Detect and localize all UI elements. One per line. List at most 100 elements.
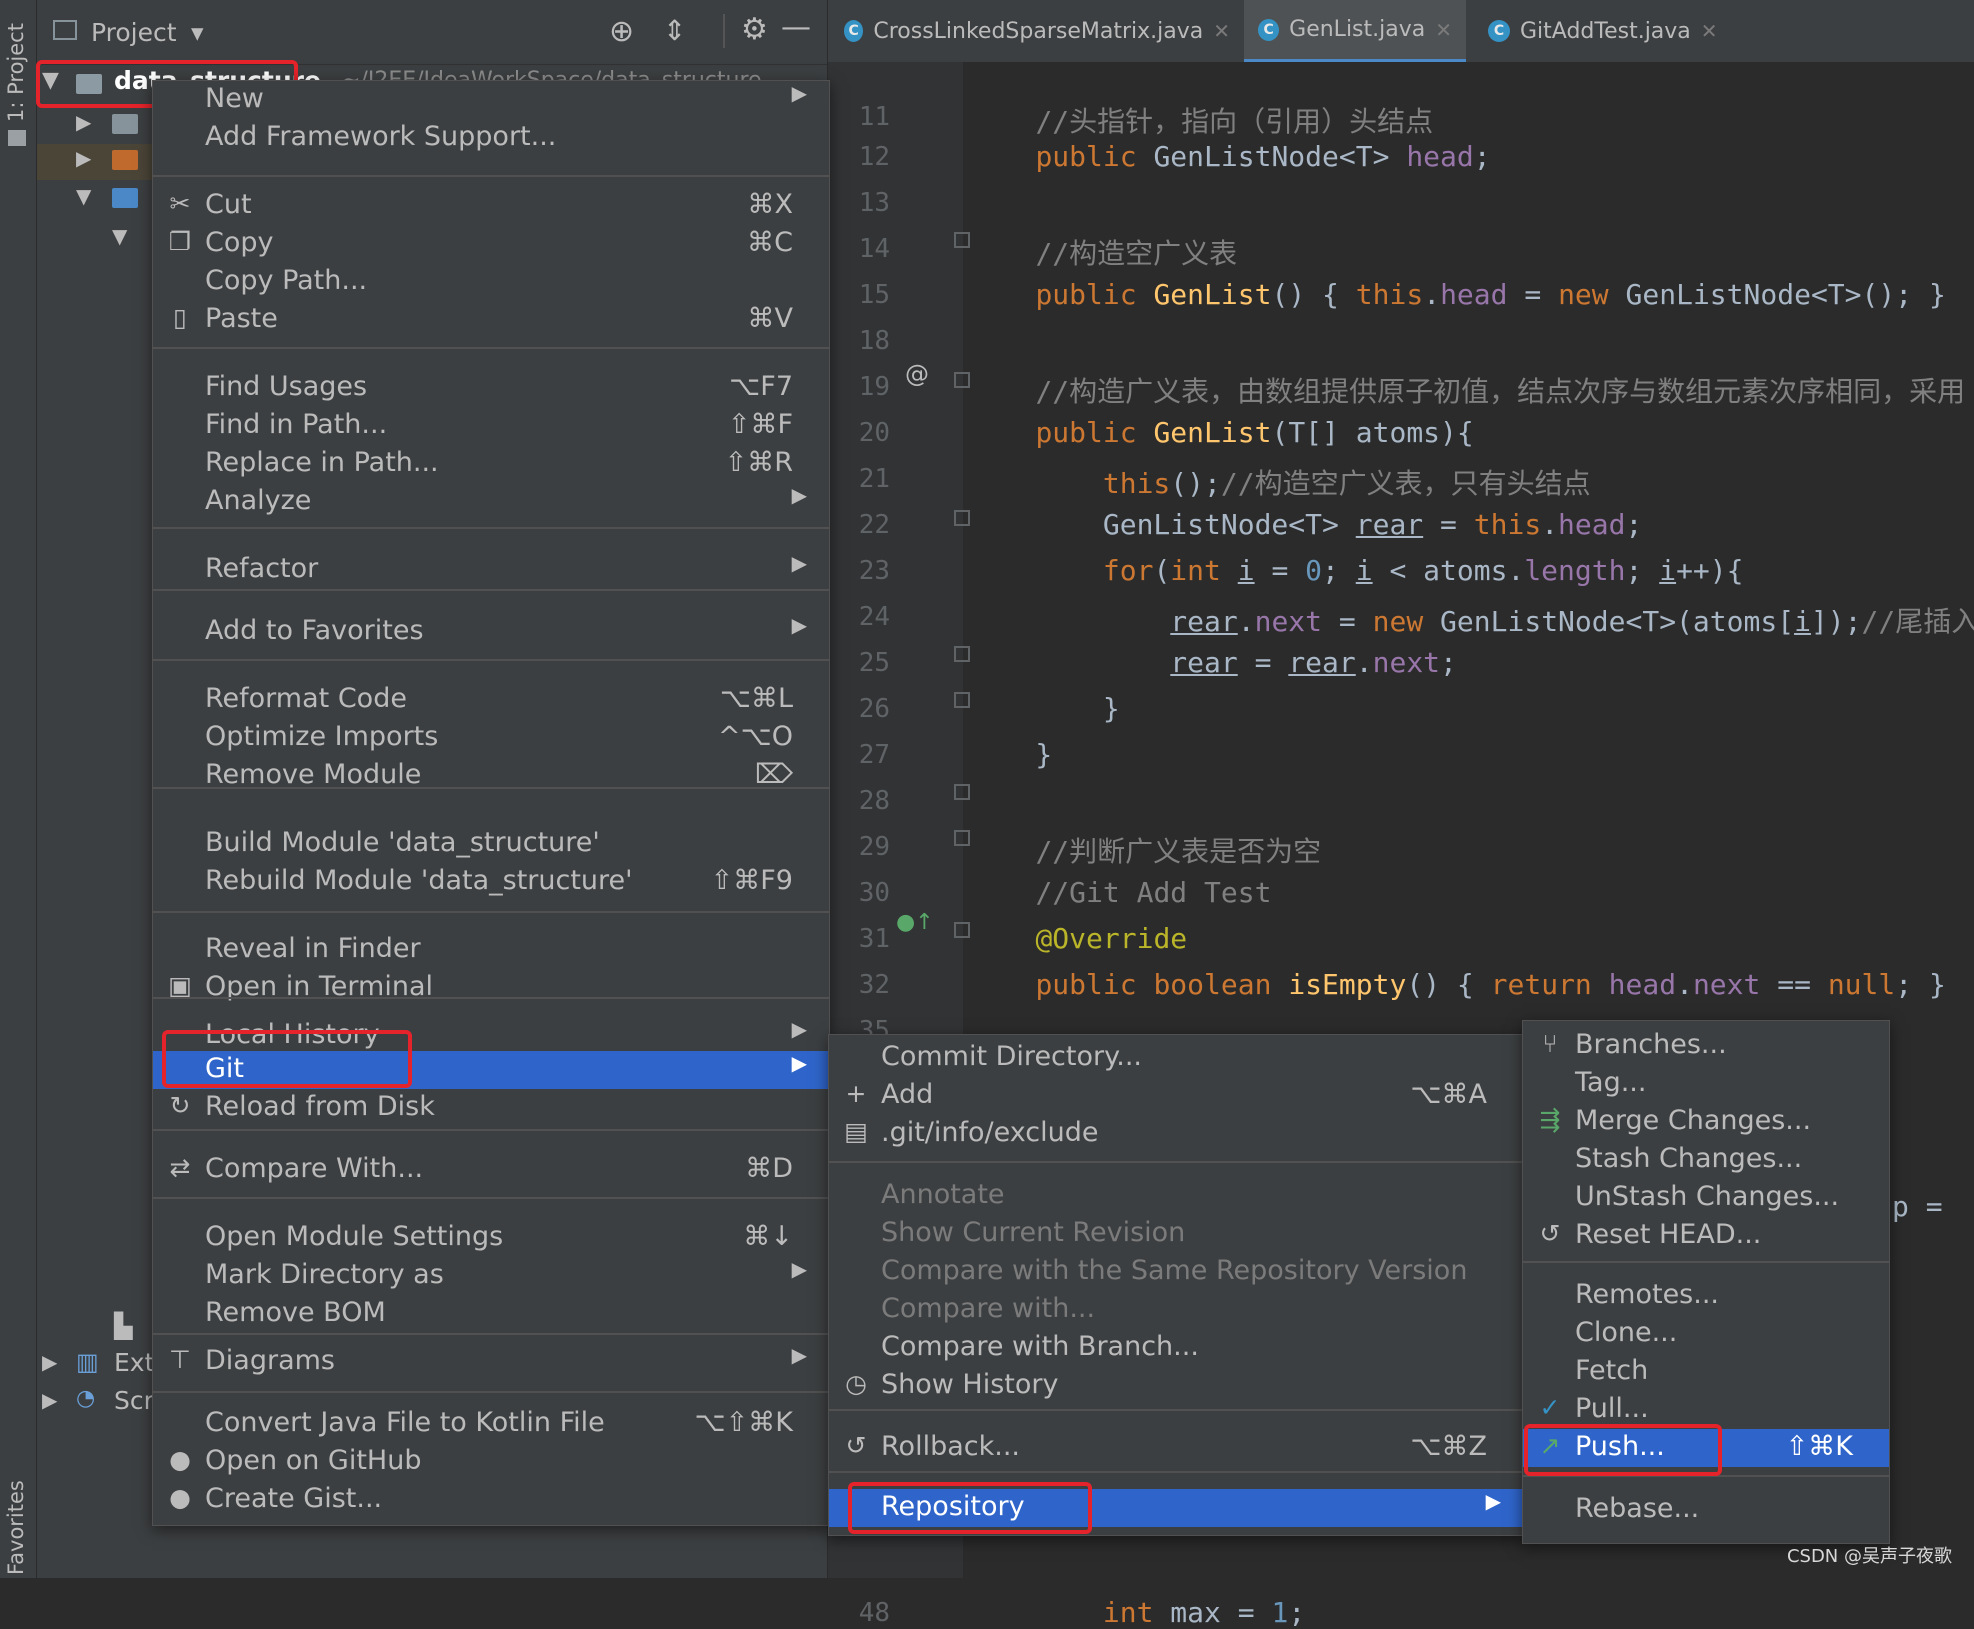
ctx-menu-item-new[interactable]: New ▶	[153, 81, 829, 119]
ctx-menu-item-find-in-path[interactable]: Find in Path... ⇧⌘F	[153, 407, 829, 445]
code-line[interactable]: //构造广义表，由数组提供原子初值，结点次序与数组元素次序相同，采用	[968, 370, 1965, 410]
git-menu-item-commit-directory[interactable]: Commit Directory...	[829, 1039, 1523, 1077]
tab-genlist[interactable]: C GenList.java ✕	[1244, 0, 1466, 62]
fold-marker-icon[interactable]	[954, 784, 970, 800]
tab-gitaddtest[interactable]: C GitAddTest.java ✕	[1474, 0, 1732, 62]
code-line[interactable]: public GenList(T[] atoms){	[968, 416, 1473, 449]
expand-arrow-icon[interactable]: ▶	[42, 1350, 57, 1374]
ctx-menu-item-rebuild-module-data-structure[interactable]: Rebuild Module 'data_structure' ⇧⌘F9	[153, 863, 829, 901]
close-icon[interactable]: ✕	[1435, 18, 1452, 42]
chevron-down-icon[interactable]: ▾	[191, 18, 204, 47]
fold-marker-icon[interactable]	[954, 692, 970, 708]
expand-arrow-icon[interactable]: ▼	[76, 184, 91, 208]
ctx-menu-item-convert-java-file-to-kotlin-file[interactable]: Convert Java File to Kotlin File ⌥⇧⌘K	[153, 1405, 829, 1443]
tab-crosslinkedsparsematrix[interactable]: C CrossLinkedSparseMatrix.java ✕	[830, 0, 1244, 62]
ctx-menu-item-local-history[interactable]: Local History ▶	[153, 1017, 829, 1055]
ctx-menu-item-copy-path[interactable]: Copy Path...	[153, 263, 829, 301]
repo-menu-item-reset-head[interactable]: ↺ Reset HEAD...	[1523, 1217, 1889, 1255]
ctx-menu-item-git[interactable]: Git ▶	[153, 1051, 829, 1089]
ctx-menu-item-compare-with[interactable]: ⇄ Compare With... ⌘D	[153, 1151, 829, 1189]
repo-menu-item-pull[interactable]: ✓ Pull...	[1523, 1391, 1889, 1429]
code-line[interactable]: rear = rear.next;	[968, 646, 1457, 679]
tree-row-scratches[interactable]: ▶ ◔ Scr	[42, 1386, 162, 1422]
ctx-menu-item-remove-bom[interactable]: Remove BOM	[153, 1295, 829, 1333]
repo-menu-item-push[interactable]: ↗ Push... ⇧⌘K	[1523, 1429, 1889, 1467]
expand-arrow-icon[interactable]: ▶	[76, 146, 91, 170]
git-menu-item-git-info-exclude[interactable]: ▤ .git/info/exclude	[829, 1115, 1523, 1153]
expand-arrow-icon[interactable]: ▶	[42, 1388, 57, 1412]
ctx-menu-item-open-on-github[interactable]: ● Open on GitHub	[153, 1443, 829, 1481]
expand-arrow-icon[interactable]: ▶	[76, 110, 91, 134]
code-line[interactable]: //Git Add Test	[968, 876, 1271, 909]
ctx-menu-item-refactor[interactable]: Refactor ▶	[153, 551, 829, 589]
repo-menu-item-branches[interactable]: ⑂ Branches...	[1523, 1027, 1889, 1065]
code-line[interactable]: int max = 1;	[968, 1596, 1305, 1629]
fold-marker-icon[interactable]	[954, 232, 970, 248]
override-marker-icon[interactable]: @	[905, 360, 929, 388]
ctx-menu-item-build-module-data-structure[interactable]: Build Module 'data_structure'	[153, 825, 829, 863]
expand-arrow-icon[interactable]: ▼	[112, 224, 127, 248]
close-icon[interactable]: ✕	[1701, 19, 1718, 43]
code-line[interactable]: for(int i = 0; i < atoms.length; i++){	[968, 554, 1744, 587]
repo-menu-item-merge-changes[interactable]: ⇶ Merge Changes...	[1523, 1103, 1889, 1141]
code-line[interactable]: this();//构造空广义表，只有头结点	[968, 462, 1591, 502]
ctx-menu-item-remove-module[interactable]: Remove Module ⌦	[153, 757, 829, 795]
repo-menu-item-tag[interactable]: Tag...	[1523, 1065, 1889, 1103]
fold-marker-icon[interactable]	[954, 646, 970, 662]
code-line[interactable]: }	[968, 692, 1120, 725]
favorites-tool-tab[interactable]: Favorites	[4, 1480, 28, 1575]
ctx-menu-item-paste[interactable]: ▯ Paste ⌘V	[153, 301, 829, 339]
ctx-menu-item-analyze[interactable]: Analyze ▶	[153, 483, 829, 521]
git-menu-item-repository[interactable]: Repository ▶	[829, 1489, 1523, 1527]
code-line[interactable]: public GenList() { this.head = new GenLi…	[968, 278, 1945, 311]
code-line[interactable]: public boolean isEmpty() { return head.n…	[968, 968, 1945, 1001]
ctx-menu-item-open-module-settings[interactable]: Open Module Settings ⌘↓	[153, 1219, 829, 1257]
code-line[interactable]: //构造空广义表	[968, 232, 1237, 272]
fold-marker-icon[interactable]	[954, 372, 970, 388]
ctx-menu-item-reload-from-disk[interactable]: ↻ Reload from Disk	[153, 1089, 829, 1127]
ctx-menu-item-diagrams[interactable]: ⊤ Diagrams ▶	[153, 1343, 829, 1381]
code-line[interactable]: @Override	[968, 922, 1187, 955]
expand-arrow-icon[interactable]: ▼	[42, 68, 59, 93]
git-menu-item-compare-with-branch[interactable]: Compare with Branch...	[829, 1329, 1523, 1367]
code-line[interactable]: //判断广义表是否为空	[968, 830, 1321, 870]
ctx-menu-item-find-usages[interactable]: Find Usages ⌥F7	[153, 369, 829, 407]
repo-menu-item-stash-changes[interactable]: Stash Changes...	[1523, 1141, 1889, 1179]
git-menu-item-rollback[interactable]: ↺ Rollback... ⌥⌘Z	[829, 1429, 1523, 1467]
fold-marker-icon[interactable]	[954, 922, 970, 938]
code-line[interactable]: }	[968, 738, 1052, 771]
ctx-menu-item-copy[interactable]: ❐ Copy ⌘C	[153, 225, 829, 263]
gear-icon[interactable]: ⚙	[741, 12, 768, 47]
fold-marker-icon[interactable]	[954, 830, 970, 846]
ctx-menu-item-add-to-favorites[interactable]: Add to Favorites ▶	[153, 613, 829, 651]
ctx-menu-item-add-framework-support[interactable]: Add Framework Support...	[153, 119, 829, 157]
ctx-menu-item-create-gist[interactable]: ● Create Gist...	[153, 1481, 829, 1519]
tree-row-external-libraries[interactable]: ▶ ▥ Ext	[42, 1348, 162, 1384]
fold-marker-icon[interactable]	[954, 510, 970, 526]
ctx-menu-item-reveal-in-finder[interactable]: Reveal in Finder	[153, 931, 829, 969]
code-line[interactable]: rear.next = new GenListNode<T>(atoms[i])…	[968, 600, 1974, 640]
repo-menu-item-fetch[interactable]: Fetch	[1523, 1353, 1889, 1391]
repo-menu-item-unstash-changes[interactable]: UnStash Changes...	[1523, 1179, 1889, 1217]
project-tool-tab[interactable]: 1: Project	[4, 23, 28, 122]
code-line[interactable]: //头指针，指向（引用）头结点	[968, 100, 1433, 140]
ctx-menu-item-mark-directory-as[interactable]: Mark Directory as ▶	[153, 1257, 829, 1295]
close-icon[interactable]: ✕	[1213, 19, 1230, 43]
ctx-menu-item-reformat-code[interactable]: Reformat Code ⌥⌘L	[153, 681, 829, 719]
git-menu-item-add[interactable]: + Add ⌥⌘A	[829, 1077, 1523, 1115]
code-line[interactable]: public GenListNode<T> head;	[968, 140, 1490, 173]
repo-menu-item-clone[interactable]: Clone...	[1523, 1315, 1889, 1353]
implements-marker-icon[interactable]: ●↑	[896, 910, 934, 935]
locate-icon[interactable]: ⊕	[609, 14, 634, 49]
code-line[interactable]: GenListNode<T> rear = this.head;	[968, 508, 1642, 541]
collapse-all-icon[interactable]: ⇕	[663, 14, 686, 47]
ctx-menu-item-cut[interactable]: ✂ Cut ⌘X	[153, 187, 829, 225]
ctx-menu-item-optimize-imports[interactable]: Optimize Imports ^⌥O	[153, 719, 829, 757]
ctx-menu-item-open-in-terminal[interactable]: ▣ Open in Terminal	[153, 969, 829, 1007]
minimize-icon[interactable]: —	[781, 10, 811, 45]
git-menu-item-show-history[interactable]: ◷ Show History	[829, 1367, 1523, 1405]
repo-menu-item-remotes[interactable]: Remotes...	[1523, 1277, 1889, 1315]
repo-menu-item-rebase[interactable]: Rebase...	[1523, 1491, 1889, 1529]
ctx-menu-item-replace-in-path[interactable]: Replace in Path... ⇧⌘R	[153, 445, 829, 483]
project-view-title[interactable]: Project	[91, 18, 177, 47]
